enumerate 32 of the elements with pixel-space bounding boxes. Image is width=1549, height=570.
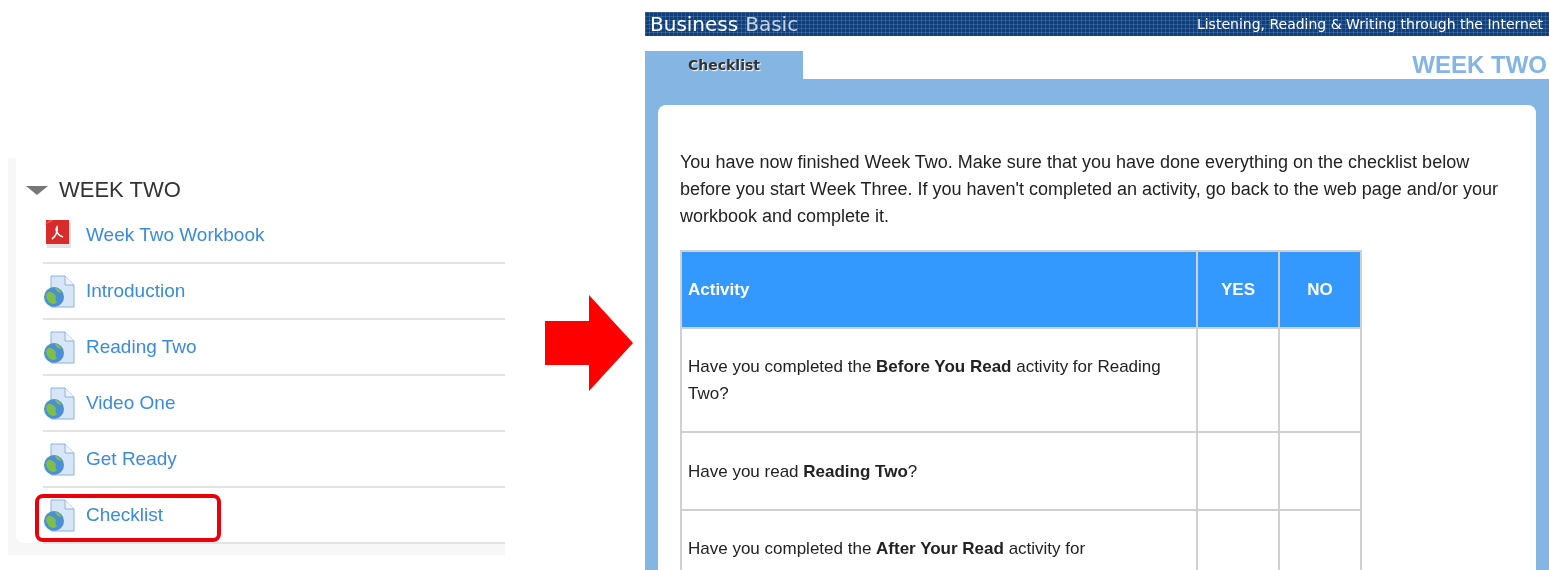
course-link[interactable]: Get Ready — [86, 448, 177, 470]
column-header: Activity — [681, 251, 1197, 328]
web-page-icon — [43, 498, 76, 532]
web-page-icon — [43, 274, 76, 308]
course-item[interactable]: Week Two Workbook — [43, 208, 505, 264]
column-header: YES — [1197, 251, 1279, 328]
course-item[interactable]: Checklist — [43, 488, 505, 544]
column-header: NO — [1279, 251, 1361, 328]
course-link[interactable]: Video One — [86, 392, 176, 414]
right-arrow-icon — [545, 295, 633, 391]
web-page-icon — [43, 442, 76, 476]
course-item[interactable]: Video One — [43, 376, 505, 432]
course-item[interactable]: Introduction — [43, 264, 505, 320]
site-tagline: Listening, Reading & Writing through the Internet — [1196, 16, 1543, 32]
checklist-tab[interactable]: Checklist — [645, 51, 803, 79]
brand-name: Business — [650, 12, 739, 36]
activity-cell: Have you completed the After Your Read activity for — [681, 510, 1197, 570]
activity-cell: Have you completed the Before You Read activity for Reading Two? — [681, 328, 1197, 432]
course-link[interactable]: Week Two Workbook — [86, 224, 265, 246]
web-page-icon — [43, 330, 76, 364]
section-title: WEEK TWO — [59, 177, 181, 203]
activity-cell: Have you read Reading Two? — [681, 432, 1197, 510]
intro-paragraph: You have now finished Week Two. Make sure that you have done everything on the checklist below before you start Week Three. If you haven't completed an activity, go back to the web page and/or your workbook and complete it. — [680, 151, 1499, 228]
course-link[interactable]: Checklist — [86, 504, 164, 526]
brand-subtitle: Basic — [745, 12, 799, 36]
course-link[interactable]: Introduction — [86, 280, 186, 302]
web-page-icon — [43, 386, 76, 420]
course-item[interactable]: Get Ready — [43, 432, 505, 488]
week-heading: WEEK TWO — [1412, 51, 1547, 79]
course-link[interactable]: Reading Two — [86, 336, 197, 358]
collapse-triangle-icon[interactable] — [26, 185, 48, 195]
course-item[interactable]: Reading Two — [43, 320, 505, 376]
